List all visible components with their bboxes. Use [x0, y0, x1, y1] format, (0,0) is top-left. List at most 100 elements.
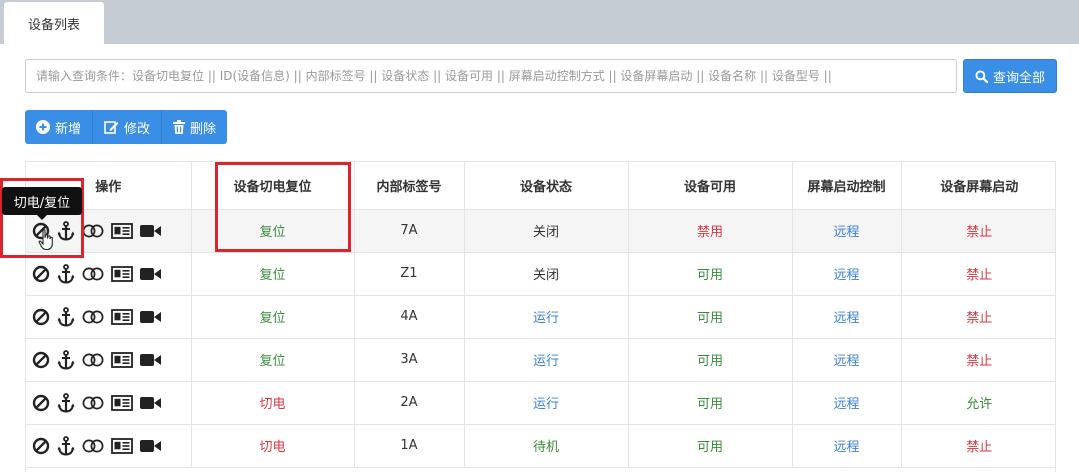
hand-cursor-icon: [38, 229, 53, 251]
id-card-icon[interactable]: [111, 395, 133, 411]
tag-cell: 1A: [354, 424, 465, 468]
edit-label: 修改: [124, 121, 151, 137]
col-header-screen-start[interactable]: 设备屏幕启动: [901, 162, 1055, 210]
toggle-icon[interactable]: [82, 267, 104, 281]
tab-device-list[interactable]: 设备列表: [4, 2, 104, 44]
screen-start-cell: 禁止: [901, 252, 1055, 296]
available-cell: 可用: [628, 295, 793, 339]
id-card-icon[interactable]: [111, 438, 133, 454]
ban-icon[interactable]: [32, 437, 50, 455]
power-reset-cell: 切电: [191, 424, 355, 468]
query-all-button[interactable]: 查询全部: [963, 59, 1057, 93]
ban-icon[interactable]: [32, 265, 50, 283]
anchor-icon[interactable]: [57, 393, 75, 413]
plus-circle-icon: [36, 120, 50, 134]
actions-cell: [26, 338, 192, 382]
status-cell: 关闭: [464, 209, 629, 253]
available-cell: 可用: [628, 252, 793, 296]
video-camera-icon[interactable]: [140, 224, 162, 238]
add-label: 新增: [55, 121, 82, 137]
power-reset-cell: 复位: [191, 252, 355, 296]
id-card-icon[interactable]: [111, 352, 133, 368]
toggle-icon[interactable]: [82, 310, 104, 324]
anchor-icon[interactable]: [57, 307, 75, 327]
col-header-screen-control[interactable]: 屏幕启动控制: [792, 162, 902, 210]
id-card-icon[interactable]: [111, 266, 133, 282]
actions-cell: [26, 252, 192, 296]
actions-cell: [26, 295, 192, 339]
tab-bar: 设备列表: [0, 0, 1079, 44]
edit-button[interactable]: 修改: [93, 110, 163, 144]
delete-button[interactable]: 删除: [162, 110, 228, 144]
tooltip-arrow: [37, 215, 47, 220]
anchor-icon[interactable]: [57, 436, 75, 456]
trash-icon: [173, 120, 186, 134]
screen-start-cell: 禁止: [901, 295, 1055, 339]
search-icon: [975, 69, 988, 83]
toggle-icon[interactable]: [82, 396, 104, 410]
video-camera-icon[interactable]: [140, 310, 162, 324]
screen-start-cell: 禁止: [901, 424, 1055, 468]
screen-control-cell: 远程: [792, 338, 902, 382]
table-row[interactable]: 复位 3A 运行 可用 远程 禁止: [26, 338, 1055, 382]
tag-cell: 3A: [354, 338, 465, 382]
available-cell: 可用: [628, 424, 793, 468]
screen-control-cell: 远程: [792, 252, 902, 296]
table-row[interactable]: 复位 7A 关闭 禁用 远程 禁止: [26, 209, 1055, 253]
power-reset-cell: 切电: [191, 381, 355, 425]
available-cell: 可用: [628, 381, 793, 425]
table-row[interactable]: 切电 2A 运行 可用 远程 允许: [26, 381, 1055, 425]
col-header-status[interactable]: 设备状态: [464, 162, 629, 210]
ban-icon[interactable]: [32, 308, 50, 326]
col-header-power-reset[interactable]: 设备切电复位: [191, 162, 355, 210]
power-reset-cell: 复位: [191, 295, 355, 339]
power-reset-cell: 复位: [191, 338, 355, 382]
col-header-available[interactable]: 设备可用: [628, 162, 793, 210]
id-card-icon[interactable]: [111, 223, 133, 239]
tag-cell: Z1: [354, 252, 465, 296]
toolbar: 新增 修改 删除: [25, 110, 228, 144]
query-all-label: 查询全部: [992, 70, 1045, 86]
anchor-icon[interactable]: [57, 350, 75, 370]
screen-control-cell: 远程: [792, 381, 902, 425]
available-cell: 禁用: [628, 209, 793, 253]
screen-control-cell: 远程: [792, 424, 902, 468]
power-reset-cell: 复位: [191, 209, 355, 253]
status-cell: 关闭: [464, 252, 629, 296]
ban-icon[interactable]: [32, 351, 50, 369]
video-camera-icon[interactable]: [140, 439, 162, 453]
table-header-row: 操作 设备切电复位 内部标签号 设备状态 设备可用 屏幕启动控制 设备屏幕启动: [26, 162, 1055, 210]
tag-cell: 7A: [354, 209, 465, 253]
status-cell: 运行: [464, 381, 629, 425]
actions-cell: [26, 424, 192, 468]
id-card-icon[interactable]: [111, 309, 133, 325]
search-input[interactable]: [25, 59, 957, 93]
status-cell: 运行: [464, 338, 629, 382]
toggle-icon[interactable]: [82, 224, 104, 238]
status-cell: 运行: [464, 295, 629, 339]
toggle-icon[interactable]: [82, 353, 104, 367]
ban-icon[interactable]: [32, 394, 50, 412]
actions-cell: [26, 381, 192, 425]
video-camera-icon[interactable]: [140, 353, 162, 367]
edit-icon: [104, 121, 119, 134]
device-table: 操作 设备切电复位 内部标签号 设备状态 设备可用 屏幕启动控制 设备屏幕启动 …: [25, 161, 1056, 472]
col-header-tag[interactable]: 内部标签号: [354, 162, 465, 210]
table-row[interactable]: 切电 1A 待机 可用 远程 禁止: [26, 424, 1055, 468]
screen-start-cell: 允许: [901, 381, 1055, 425]
table-row[interactable]: 复位 Z1 关闭 可用 远程 禁止: [26, 252, 1055, 296]
screen-start-cell: 禁止: [901, 209, 1055, 253]
available-cell: 可用: [628, 338, 793, 382]
screen-control-cell: 远程: [792, 209, 902, 253]
video-camera-icon[interactable]: [140, 396, 162, 410]
add-button[interactable]: 新增: [25, 110, 94, 144]
tooltip: 切电/复位: [2, 187, 82, 215]
anchor-icon[interactable]: [57, 264, 75, 284]
tag-cell: 2A: [354, 381, 465, 425]
table-row[interactable]: 复位 4A 运行 可用 远程 禁止: [26, 295, 1055, 339]
delete-label: 删除: [190, 121, 217, 137]
video-camera-icon[interactable]: [140, 267, 162, 281]
anchor-icon[interactable]: [57, 221, 75, 241]
screen-start-cell: 禁止: [901, 338, 1055, 382]
toggle-icon[interactable]: [82, 439, 104, 453]
